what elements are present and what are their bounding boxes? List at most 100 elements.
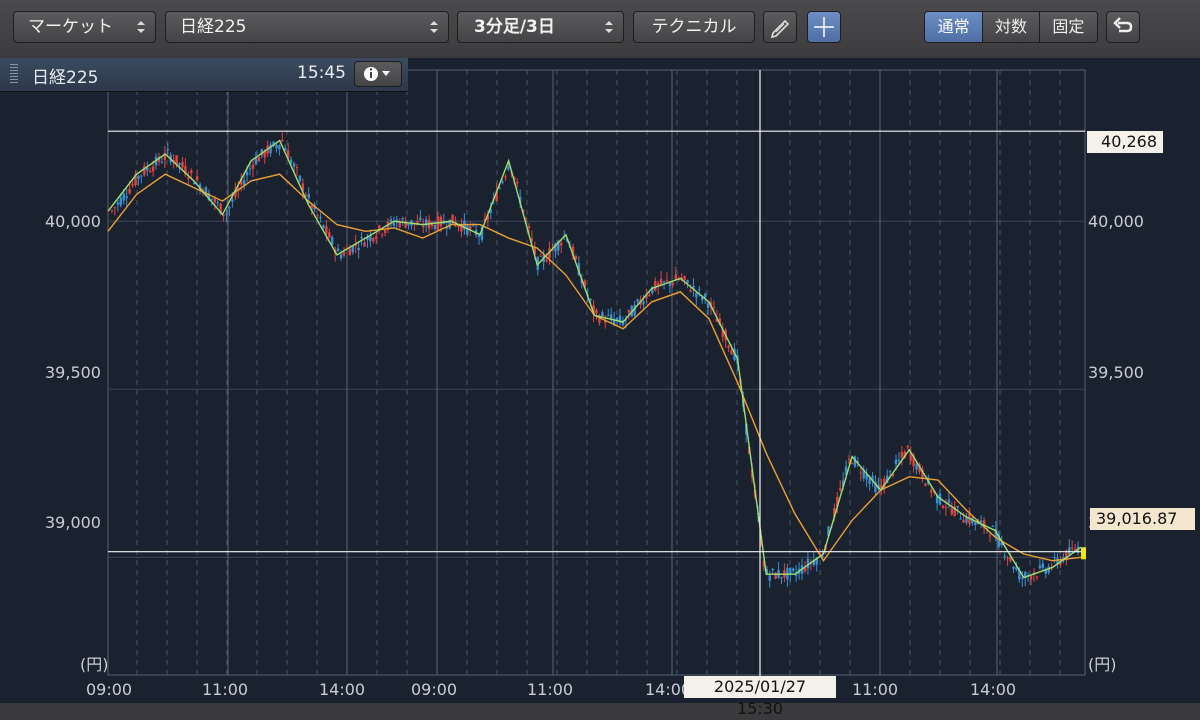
- candle-body: [648, 294, 651, 296]
- period-select[interactable]: 3分足/3日: [457, 11, 624, 43]
- candle-body: [1068, 547, 1071, 555]
- candle-body: [730, 350, 733, 355]
- chevron-updown-icon: [137, 21, 145, 33]
- candle-body: [768, 575, 771, 581]
- candle-body: [213, 198, 216, 203]
- candle-body: [839, 488, 842, 490]
- candle-body: [662, 281, 666, 283]
- crosshair-icon: [814, 17, 834, 37]
- reset-button[interactable]: [1106, 11, 1140, 43]
- y-tick-right: 39,500: [1088, 363, 1144, 382]
- candle-body: [930, 490, 933, 493]
- scale-normal-button[interactable]: 通常: [925, 12, 984, 42]
- high-price-tag: 40,268: [1087, 131, 1163, 153]
- candle-body: [110, 210, 114, 212]
- info-dropdown-button[interactable]: [354, 61, 402, 87]
- candle-body: [698, 289, 701, 291]
- candle-body: [924, 483, 927, 486]
- candle-body: [771, 568, 774, 571]
- candle-body: [906, 445, 909, 448]
- candle-body: [289, 159, 293, 163]
- chart-area[interactable]: [0, 58, 1200, 703]
- candle-body: [404, 222, 407, 228]
- candle-body: [504, 176, 507, 178]
- candle-body: [671, 283, 675, 285]
- y-unit-left: (円): [80, 655, 109, 674]
- candle-body: [539, 255, 542, 257]
- candle-body: [1021, 577, 1024, 579]
- candle-body: [216, 202, 219, 204]
- candle-body: [292, 163, 296, 167]
- candle-body: [140, 175, 143, 177]
- candle-body: [422, 225, 425, 228]
- candle-body: [703, 293, 707, 298]
- scale-fixed-button[interactable]: 固定: [1039, 12, 1097, 42]
- symbol-select-label: 日経225: [180, 17, 247, 37]
- candle-body: [642, 301, 645, 305]
- candle-body: [319, 217, 322, 219]
- candle-body: [281, 139, 284, 142]
- price-chart[interactable]: [0, 58, 1200, 703]
- y-tick-left: 40,000: [45, 212, 101, 231]
- candle-body: [178, 163, 181, 165]
- scale-log-button[interactable]: 対数: [983, 12, 1040, 42]
- candle-body: [607, 314, 610, 316]
- candle-body: [389, 219, 393, 223]
- candle-body: [868, 479, 871, 485]
- candle-body: [372, 238, 375, 242]
- candle-body: [1029, 576, 1033, 580]
- candle-body: [900, 452, 904, 458]
- candle-body: [1070, 547, 1074, 549]
- candle-body: [527, 226, 531, 229]
- pencil-icon: [770, 19, 790, 39]
- candle-body: [298, 175, 302, 181]
- symbol-select[interactable]: 日経225: [165, 11, 449, 43]
- info-icon: [364, 67, 390, 81]
- draw-tool-button[interactable]: [763, 11, 797, 43]
- candle-body: [380, 234, 384, 236]
- candle-body: [988, 535, 992, 537]
- technical-button[interactable]: テクニカル: [633, 11, 755, 43]
- candle-body: [888, 470, 892, 472]
- candle-body: [146, 167, 149, 171]
- candle-body: [325, 226, 328, 234]
- crosshair-button[interactable]: [807, 11, 841, 43]
- x-tick: 09:00: [411, 680, 458, 699]
- candle-body: [695, 292, 698, 298]
- candle-body: [1003, 555, 1006, 557]
- candle-body: [339, 254, 343, 259]
- drag-handle-icon[interactable]: [10, 64, 18, 84]
- candle-body: [847, 458, 851, 460]
- candle-body: [195, 176, 199, 181]
- candle-body: [392, 223, 396, 226]
- candle-body: [595, 309, 598, 314]
- candle-body: [228, 206, 231, 209]
- candle-body: [116, 202, 120, 205]
- candle-body: [598, 318, 601, 323]
- candle-body: [419, 217, 422, 221]
- candle-body: [944, 506, 948, 509]
- candle-body: [859, 472, 862, 474]
- candle-body: [956, 505, 959, 508]
- candle-body: [348, 248, 352, 256]
- technical-button-label: テクニカル: [651, 17, 737, 37]
- candle-body: [601, 312, 604, 317]
- candle-body: [792, 568, 795, 571]
- candle-body: [151, 166, 155, 172]
- x-tick: 11:00: [852, 680, 899, 699]
- market-select[interactable]: マーケット: [13, 11, 156, 43]
- candle-body: [850, 463, 854, 465]
- candle-body: [683, 276, 686, 281]
- candle-body: [466, 225, 469, 235]
- candle-body: [278, 145, 281, 150]
- candle-body: [328, 232, 331, 238]
- chart-info-panel: 日経225 15:45: [0, 58, 408, 92]
- candle-body: [1038, 565, 1042, 569]
- candle-body: [125, 196, 128, 199]
- candle-body: [210, 198, 214, 200]
- candle-body: [245, 171, 249, 176]
- candle-body: [947, 499, 951, 503]
- y-tick-left: 39,500: [45, 363, 101, 382]
- x-tick: 09:00: [86, 680, 133, 699]
- candle-body: [560, 242, 563, 246]
